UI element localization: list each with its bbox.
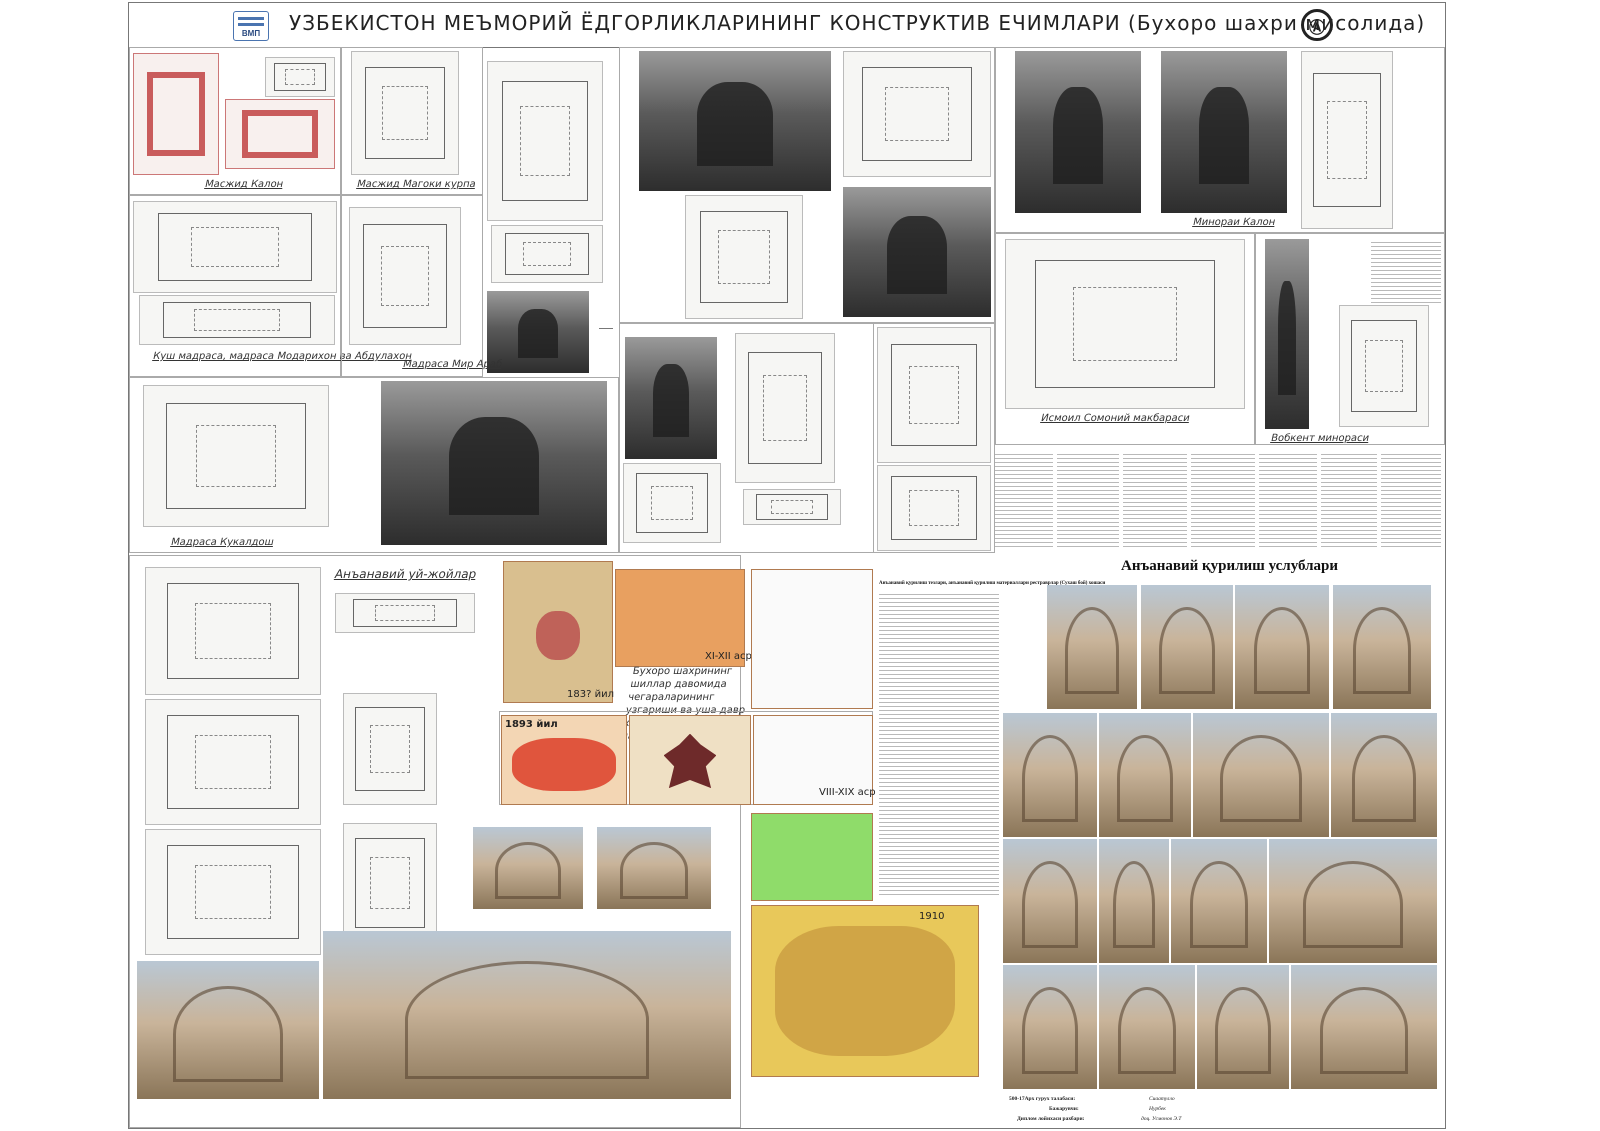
construction-photo-9 (1003, 839, 1097, 963)
madrasa-plan-geometry (685, 195, 803, 319)
map-old-plan (503, 561, 613, 703)
construction-photo-12 (1269, 839, 1437, 963)
credit-line-1-value: Сиаатулло (1149, 1096, 1175, 1102)
vobkent-section-drawing (1339, 305, 1429, 427)
caption-kukaldosh: Мадраса Кукалдош (169, 537, 275, 548)
minorai-kalon-section (1301, 51, 1393, 229)
madrasa-arch-photo (639, 51, 831, 191)
construction-photo-6 (1099, 713, 1191, 837)
caption-masjid-magoki: Масжид Магоки курпа (355, 179, 477, 190)
construction-photo-15 (1197, 965, 1289, 1089)
construction-photo-8 (1331, 713, 1437, 837)
madrasa-reflection-photo (843, 187, 991, 317)
construction-photo-11 (1171, 839, 1267, 963)
map-year-3: 1893 йил (505, 719, 558, 730)
portal-photo (625, 337, 717, 459)
kush-madrasa-plan (133, 201, 337, 293)
text-column-7 (1381, 451, 1441, 549)
text-column-3 (1123, 451, 1187, 549)
caption-masjid-kalon: Масжид Калон (203, 179, 285, 190)
credit-line-1-label: 500-17Арх гурух талабаси: (1009, 1096, 1076, 1102)
caption-mir-arab: Мадраса Мир Араб (401, 359, 504, 370)
construction-photo-16 (1291, 965, 1437, 1089)
mir-arab-plan (349, 207, 461, 345)
caption-minorai-kalon: Минораи Калон (1191, 217, 1277, 228)
dome-section-drawing (491, 225, 603, 283)
minorai-kalon-photo-2 (1161, 51, 1287, 213)
credit-line-3-value: доц. Усмонов Э.Т (1141, 1116, 1182, 1122)
construction-photo-1 (1047, 585, 1137, 709)
construction-photo-5 (1003, 713, 1097, 837)
credit-line-3-label: Диплом лойихаси рахбари: (1017, 1116, 1085, 1122)
chor-minor-plan-bottom (877, 465, 991, 551)
map-year-5: 1910 (919, 911, 945, 922)
poster-header: ВМП УЗБЕКИСТОН МЕЪМОРИЙ ЁДГОРЛИКЛАРИНИНГ… (129, 3, 1445, 48)
house-courtyard-panorama (323, 931, 731, 1099)
map-year-4: VIII-XIX аср (819, 787, 876, 798)
map-1910 (751, 905, 979, 1077)
kukaldosh-photo (381, 381, 607, 545)
house-courtyard-photo-1 (473, 827, 583, 909)
abdulaziz-elevation (743, 489, 841, 525)
madrasa-section-geometry (843, 51, 991, 177)
pointer-arrow (599, 328, 613, 329)
poster-title: УЗБЕКИСТОН МЕЪМОРИЙ ЁДГОРЛИКЛАРИНИНГ КОН… (289, 11, 1426, 35)
house-plan-floor-2 (343, 823, 437, 943)
emblem-icon: Ⓐ (1301, 9, 1333, 41)
heading-construction-methods: Анъанавий қурилиш услублари (1121, 558, 1339, 574)
article-text (879, 591, 999, 897)
credit-line-2-label: Бажарувчи: (1049, 1106, 1079, 1112)
construction-photo-13 (1003, 965, 1097, 1089)
house-interior-photos (137, 961, 319, 1099)
house-courtyard-photo-2 (597, 827, 711, 909)
house-section (335, 593, 475, 633)
house-plan-3 (145, 829, 321, 955)
construction-photo-4 (1333, 585, 1431, 709)
house-plan-1 (145, 567, 321, 695)
masjid-kalon-elevation (265, 57, 335, 97)
caption-traditional-houses: Анъанавий уй-жойлар (333, 567, 478, 581)
map-year-1: 183? йил (567, 689, 614, 700)
caption-ismoil-somoni: Исмоил Сомоний макбараси (1039, 413, 1191, 424)
house-plan-floor-1 (343, 693, 437, 805)
institute-logo-text: ВМП (241, 29, 261, 38)
house-plan-2 (145, 699, 321, 825)
minorai-kalon-photo-1 (1015, 51, 1141, 213)
vobkent-text (1371, 239, 1441, 303)
construction-photo-14 (1099, 965, 1195, 1089)
map-year-2: XI-XII аср (705, 651, 752, 662)
abdulaziz-plan (735, 333, 835, 483)
poster-board: ВМП УЗБЕКИСТОН МЕЪМОРИЙ ЁДГОРЛИКЛАРИНИНГ… (128, 2, 1446, 1129)
construction-photo-10 (1099, 839, 1169, 963)
masjid-magoki-drawing (351, 51, 459, 175)
institute-logo-icon: ВМП (233, 11, 269, 41)
map-street-plan (751, 569, 873, 709)
vobkent-photo (1265, 239, 1309, 429)
construction-photo-3 (1235, 585, 1329, 709)
masjid-kalon-section (225, 99, 335, 169)
text-column-6 (1321, 451, 1377, 549)
caption-vobkent: Вобкент минораси (1269, 433, 1371, 444)
map-brown-plan (629, 715, 751, 805)
kush-madrasa-elevation (139, 295, 335, 345)
madrasa-elevation-drawing (487, 61, 603, 221)
kukaldosh-plan (143, 385, 329, 527)
portal-elevation-drawing (623, 463, 721, 543)
text-column-5 (1259, 451, 1317, 549)
text-column-4 (1191, 451, 1255, 549)
map-green (751, 813, 873, 901)
construction-photo-2 (1141, 585, 1233, 709)
ismoil-somoni-drawing (1005, 239, 1245, 409)
credit-line-2-value: Нурбек (1149, 1106, 1166, 1112)
text-column-1 (995, 451, 1053, 549)
masjid-kalon-plan (133, 53, 219, 175)
chor-minor-drawing-top (877, 327, 991, 463)
text-column-2 (1057, 451, 1119, 549)
construction-photo-7 (1193, 713, 1329, 837)
